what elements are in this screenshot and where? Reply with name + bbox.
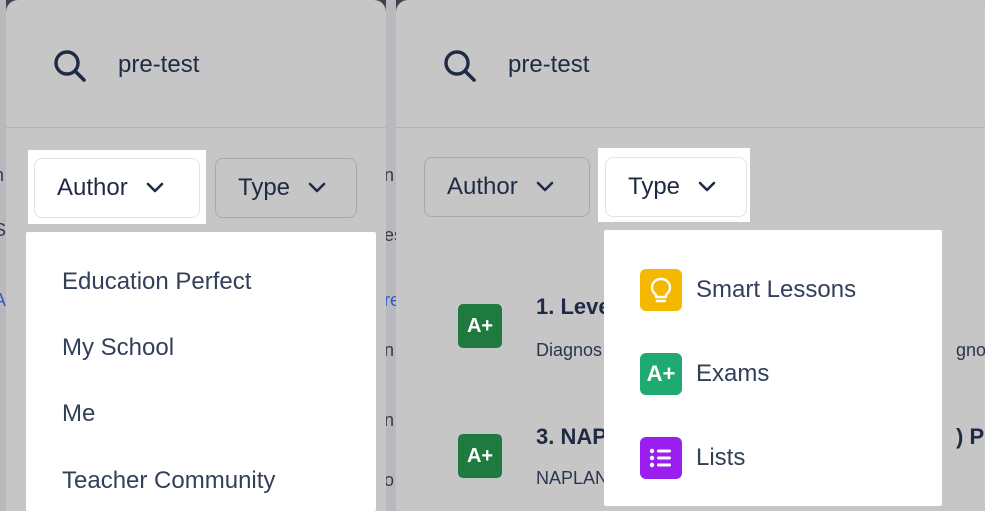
left-search-panel: pre-test Author Type Education Perfect M…	[6, 0, 386, 511]
background-fragment: n	[386, 410, 395, 430]
author-dropdown-menu: Education Perfect My School Me Teacher C…	[26, 232, 376, 511]
exam-a-plus-icon: A+	[458, 304, 502, 348]
background-fragment: n	[386, 340, 395, 360]
result-title: 1. Leve	[536, 294, 611, 319]
result-overflow-text: gno	[956, 340, 985, 360]
type-option-smart-lessons[interactable]: Smart Lessons	[604, 268, 942, 312]
author-filter-label: Author	[57, 174, 128, 201]
author-option-education-perfect[interactable]: Education Perfect	[26, 262, 376, 302]
search-bar[interactable]: pre-test	[396, 0, 985, 128]
type-filter-button[interactable]: Type	[215, 158, 357, 218]
result-subtitle: Diagnos	[536, 340, 603, 360]
background-fragment: es	[386, 225, 396, 245]
author-option-teacher-community[interactable]: Teacher Community	[26, 461, 376, 501]
author-option-label: My School	[62, 334, 175, 361]
list-icon	[640, 437, 682, 479]
background-fragment: o	[386, 470, 395, 490]
type-option-label: Lists	[696, 444, 746, 471]
author-filter-label: Author	[447, 173, 518, 200]
background-fragment: h	[0, 165, 4, 186]
type-option-label: Smart Lessons	[696, 276, 857, 303]
search-icon	[54, 50, 86, 82]
exam-a-plus-icon: A+	[458, 434, 502, 478]
chevron-down-icon	[146, 182, 164, 193]
type-option-label: Exams	[696, 360, 770, 387]
lightbulb-icon	[640, 269, 682, 311]
author-filter-button[interactable]: Author	[424, 157, 590, 217]
chevron-down-icon	[308, 182, 326, 193]
search-icon	[444, 50, 476, 82]
result-overflow-text: ) P	[956, 424, 985, 449]
search-input[interactable]: pre-test	[118, 51, 199, 79]
type-option-lists[interactable]: Lists	[604, 436, 942, 480]
background-fragment: re	[386, 290, 396, 310]
author-option-label: Education Perfect	[62, 268, 252, 295]
author-option-me[interactable]: Me	[26, 394, 376, 434]
type-dropdown-menu: Smart Lessons A+ Exams Lists	[604, 230, 942, 506]
background-fragment: n	[386, 165, 395, 185]
type-filter-label: Type	[628, 173, 681, 200]
search-bar[interactable]: pre-test	[6, 0, 386, 128]
author-filter-button[interactable]: Author	[34, 158, 200, 218]
chevron-down-icon	[698, 181, 716, 192]
author-option-my-school[interactable]: My School	[26, 328, 376, 368]
background-app-between: n es re n n o	[386, 0, 396, 511]
right-search-panel: pre-test Author Type A+ 1. Leve Diagnos …	[396, 0, 985, 511]
type-filter-label: Type	[238, 174, 291, 201]
exam-a-plus-icon: A+	[640, 353, 682, 395]
search-input[interactable]: pre-test	[508, 51, 589, 79]
type-option-exams[interactable]: A+ Exams	[604, 352, 942, 396]
type-filter-button[interactable]: Type	[605, 157, 747, 217]
chevron-down-icon	[536, 181, 554, 192]
author-option-label: Teacher Community	[62, 467, 276, 494]
result-title: 3. NAP	[536, 424, 607, 449]
author-option-label: Me	[62, 400, 96, 427]
result-subtitle: NAPLAN	[536, 468, 609, 488]
